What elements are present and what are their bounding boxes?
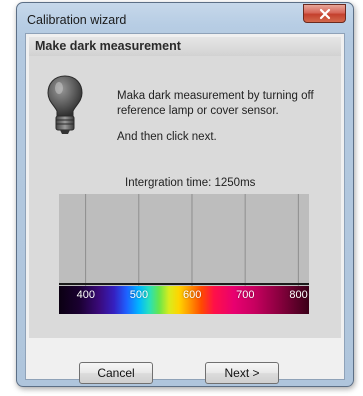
content-panel: Maka dark measurement by turning off ref…: [29, 56, 341, 338]
close-button[interactable]: [303, 4, 346, 23]
spectrum-plot: [59, 194, 309, 286]
integration-time-value: 1250ms: [214, 177, 256, 189]
instruction-text: Maka dark measurement by turning off ref…: [117, 90, 314, 117]
wizard-client-area: Make dark measurement Maka dark measurem…: [25, 33, 345, 384]
title-bar[interactable]: Calibration wizard: [17, 3, 353, 33]
integration-time-label: Intergration time:: [125, 177, 212, 189]
integration-time: Intergration time: 1250ms: [125, 177, 255, 189]
x-tick-label: 600: [182, 289, 202, 301]
calibration-wizard-window: Calibration wizard Make dark measurement: [16, 2, 354, 387]
window-title: Calibration wizard: [27, 13, 127, 27]
x-tick-label: 500: [129, 289, 149, 301]
x-tick-label: 700: [236, 289, 255, 301]
spectrum-graph: 400 500 600 700 800: [59, 194, 309, 314]
close-x-icon: [319, 8, 331, 20]
section-header: Make dark measurement: [29, 37, 341, 57]
x-tick-label: 800: [289, 289, 308, 301]
next-button[interactable]: Next >: [205, 362, 279, 384]
cancel-button[interactable]: Cancel: [79, 362, 153, 384]
section-title: Make dark measurement: [35, 39, 181, 53]
wavelength-spectrum-bar: 400 500 600 700 800: [59, 286, 309, 314]
instruction-next-text: And then click next.: [117, 131, 217, 143]
lightbulb-icon: [47, 75, 83, 134]
x-tick-label: 400: [76, 289, 95, 301]
